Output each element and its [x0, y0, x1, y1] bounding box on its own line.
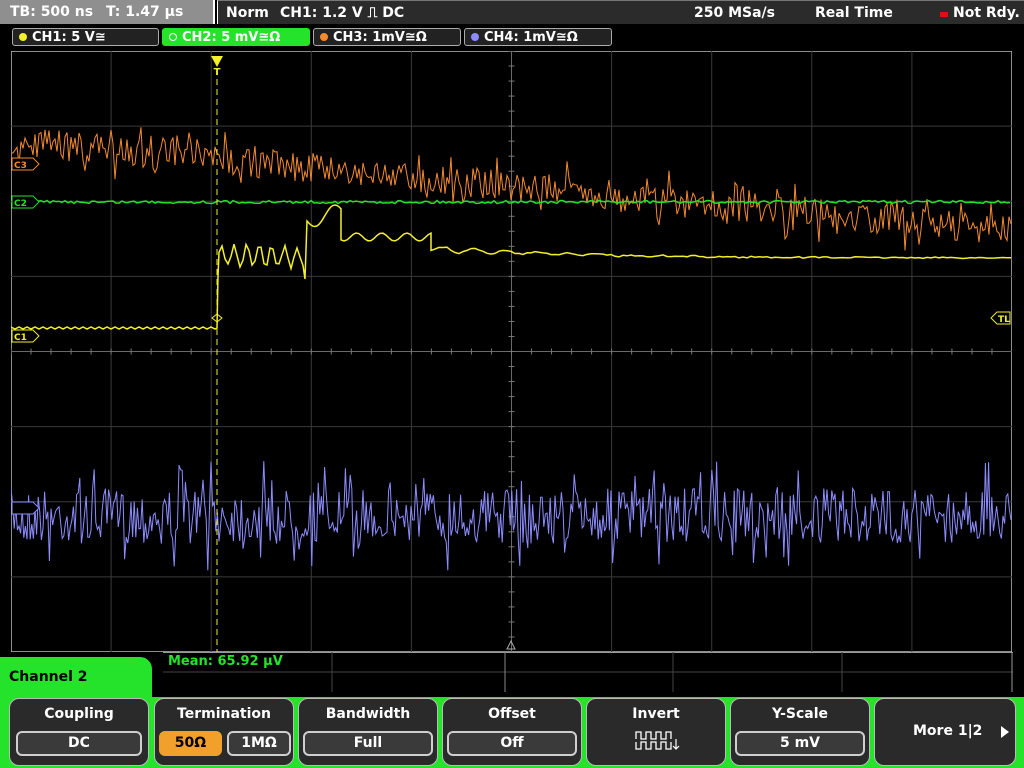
more-softkey[interactable]: More 1|2 — [874, 698, 1016, 766]
coupling-value[interactable]: DC — [16, 731, 142, 756]
ch2-marker-label: C2 — [14, 199, 27, 209]
ch1-marker-label: C1 — [14, 333, 27, 343]
trigger-position-label: T — [214, 67, 221, 78]
measurement-panel — [163, 652, 1013, 692]
trigger-status-box[interactable]: Norm CH1: 1.2 V ⎍ DC 250 MSa/s Real Time… — [217, 0, 1024, 24]
tab-ch1[interactable]: CH1: 5 V≅ — [12, 28, 159, 46]
ch4-ground-marker[interactable] — [11, 501, 40, 515]
invert-title: Invert — [632, 706, 680, 722]
ch1-dot-icon — [19, 32, 27, 41]
bandwidth-value[interactable]: Full — [303, 731, 433, 756]
bandwidth-title: Bandwidth — [325, 706, 411, 722]
invert-softkey[interactable]: Invert — [586, 698, 726, 766]
coupling-softkey[interactable]: Coupling DC — [9, 698, 149, 766]
invert-waveform-icon — [635, 731, 680, 750]
trigger-level-label: TL — [998, 315, 1010, 325]
termination-50ohm-option[interactable]: 50Ω — [159, 731, 222, 756]
y-scale-value[interactable]: 5 mV — [735, 731, 865, 756]
timebase-box[interactable]: TB: 500 ns T: 1.47 µs — [0, 0, 215, 24]
tab-ch4[interactable]: CH4: 1mV≅Ω — [464, 28, 612, 46]
ch3-marker-label: C3 — [14, 161, 27, 171]
tab-ch3[interactable]: CH3: 1mV≅Ω — [313, 28, 461, 46]
trigger-time-readout: T: 1.47 µs — [105, 4, 184, 20]
ch3-dot-icon — [320, 32, 328, 41]
more-arrow-icon — [1001, 726, 1009, 738]
tab-ch3-label: CH3: 1mV≅Ω — [333, 30, 427, 45]
sample-rate: 250 MSa/s — [694, 5, 776, 21]
tab-ch1-label: CH1: 5 V≅ — [32, 30, 106, 45]
waveform-display[interactable]: T C3 C2 C1 TL — [11, 51, 1012, 652]
more-label: More 1|2 — [913, 723, 983, 739]
timebase-readout: TB: 500 ns — [10, 4, 94, 20]
status-indicator-icon — [940, 12, 948, 17]
tab-ch4-label: CH4: 1mV≅Ω — [484, 30, 578, 45]
offset-softkey[interactable]: Offset Off — [442, 698, 582, 766]
termination-softkey[interactable]: Termination 50Ω 1MΩ — [154, 698, 294, 766]
menu-title: Channel 2 — [0, 657, 152, 697]
ch2-dot-icon — [169, 32, 177, 41]
y-scale-softkey[interactable]: Y-Scale 5 mV — [730, 698, 870, 766]
termination-title: Termination — [177, 706, 271, 722]
coupling-title: Coupling — [44, 706, 114, 722]
tab-ch2[interactable]: CH2: 5 mV≅Ω — [162, 28, 310, 46]
mean-measurement[interactable]: Mean: 65.92 µV — [168, 654, 283, 669]
acquisition-status: Not Rdy. — [953, 5, 1020, 21]
trigger-setting: CH1: 1.2 V ⎍ DC — [280, 5, 405, 21]
tab-ch2-label: CH2: 5 mV≅Ω — [182, 30, 281, 45]
termination-1mohm-option[interactable]: 1MΩ — [227, 731, 291, 756]
y-scale-title: Y-Scale — [771, 706, 828, 722]
offset-value[interactable]: Off — [447, 731, 577, 756]
trigger-mode: Norm — [226, 5, 269, 21]
offset-title: Offset — [488, 706, 536, 722]
ch4-dot-icon — [471, 32, 479, 41]
bandwidth-softkey[interactable]: Bandwidth Full — [298, 698, 438, 766]
acquisition-mode: Real Time — [815, 5, 893, 21]
